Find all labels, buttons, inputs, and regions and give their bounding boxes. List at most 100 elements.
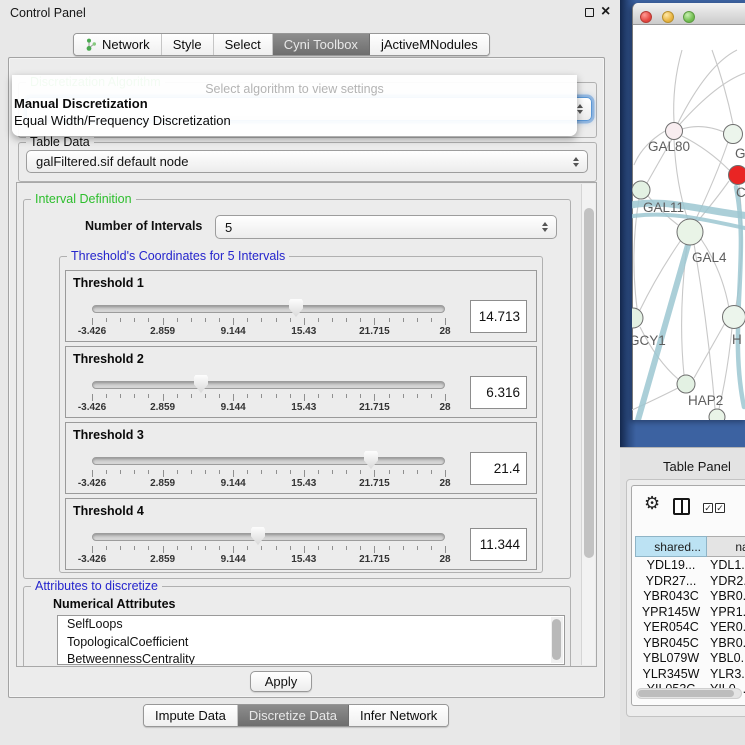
tab-network[interactable]: Network	[74, 34, 162, 55]
checkbox-icon[interactable]: ✓	[715, 503, 725, 513]
tick-mark	[261, 394, 262, 398]
network-edge[interactable]	[674, 50, 682, 122]
slider-track[interactable]	[92, 381, 445, 389]
tick-mark	[191, 394, 192, 398]
tick-mark	[261, 318, 262, 322]
minimize-traffic-light-icon[interactable]	[662, 11, 674, 23]
apply-button[interactable]: Apply	[250, 671, 312, 692]
top-tab-bar: Network Style SelectCyni ToolboxjActiveMNo…	[73, 33, 490, 56]
table-row[interactable]: YPR145WYPR1...	[635, 605, 745, 621]
network-edge[interactable]	[678, 50, 737, 123]
tab-jactivemnodules[interactable]: jActiveMNodules	[370, 34, 489, 55]
spinner-arrows-icon[interactable]	[573, 157, 579, 167]
attribute-item-selfloops[interactable]: SelfLoops	[58, 616, 564, 634]
tick-mark	[106, 546, 107, 550]
spinner-arrows-icon[interactable]	[577, 104, 583, 114]
tick-mark	[332, 546, 333, 550]
slider-thumb[interactable]	[364, 451, 378, 469]
table-row[interactable]: YBR045CYBR0...	[635, 636, 745, 652]
number-of-intervals-label: Number of Intervals	[85, 219, 202, 233]
network-node-gal4[interactable]	[677, 219, 703, 245]
dropdown-placeholder: Select algorithm to view settings	[12, 82, 577, 96]
network-node-h[interactable]	[723, 306, 745, 329]
slider-track[interactable]	[92, 533, 445, 541]
table-row[interactable]: YER054CYER0...	[635, 620, 745, 636]
tab-select[interactable]: Select	[214, 34, 273, 55]
tick-mark	[92, 470, 93, 477]
table-hscrollbar-thumb[interactable]	[638, 690, 734, 697]
list-scrollbar-thumb[interactable]	[552, 619, 561, 660]
column-header-name[interactable]: na	[707, 536, 745, 557]
table-row[interactable]: YDL19...YDL1...	[635, 558, 745, 574]
checkbox-icon[interactable]: ✓	[703, 503, 713, 513]
tab-discretize-data[interactable]: Discretize Data	[238, 705, 349, 726]
dropdown-option-manual-discretization[interactable]: Manual Discretization	[12, 96, 577, 113]
network-edge[interactable]	[694, 323, 725, 378]
network-canvas[interactable]: GAL80GACGAL11GAL4GCY1HHAP2	[632, 25, 745, 420]
threshold-value-field[interactable]: 21.4	[470, 452, 527, 485]
settings-scrollbar-thumb[interactable]	[584, 208, 594, 558]
threshold-row-1: Threshold 1-3.4262.8599.14415.4321.71528…	[65, 270, 537, 342]
tick-mark	[445, 546, 446, 553]
tick-mark	[233, 546, 234, 553]
network-node[interactable]	[709, 409, 725, 420]
float-window-icon[interactable]	[585, 8, 594, 17]
threshold-value-field[interactable]: 11.344	[470, 528, 527, 561]
network-edge[interactable]	[694, 244, 715, 409]
network-node-label: HAP2	[688, 393, 723, 408]
slider-thumb[interactable]	[251, 527, 265, 545]
tab-infer-network[interactable]: Infer Network	[349, 705, 448, 726]
network-edge[interactable]	[682, 127, 724, 132]
table-hscrollbar[interactable]	[636, 688, 742, 699]
slider-thumb[interactable]	[194, 375, 208, 393]
network-node-hap2[interactable]	[677, 375, 695, 393]
tick-mark	[276, 318, 277, 322]
threshold-value-field[interactable]: 6.316	[470, 376, 527, 409]
attribute-item-betweennesscentrality[interactable]: BetweennessCentrality	[58, 651, 564, 665]
tab-impute-data[interactable]: Impute Data	[144, 705, 238, 726]
tick-mark	[163, 394, 164, 401]
slider-track[interactable]	[92, 305, 445, 313]
settings-scrollbar[interactable]	[581, 184, 595, 665]
tick-mark	[205, 546, 206, 550]
tab-label: Style	[173, 37, 202, 52]
table-row[interactable]: YBL079WYBL0...	[635, 651, 745, 667]
network-edge[interactable]	[712, 50, 733, 124]
spinner-arrows-icon[interactable]	[542, 222, 548, 232]
tick-mark	[261, 470, 262, 474]
tick-mark	[403, 546, 404, 550]
network-edge[interactable]	[680, 73, 745, 124]
network-node-ga[interactable]	[724, 125, 743, 144]
tick-mark	[276, 546, 277, 550]
network-node-c[interactable]	[729, 166, 745, 185]
tab-style[interactable]: Style	[162, 34, 214, 55]
threshold-value-field[interactable]: 14.713	[470, 300, 527, 333]
column-layout-icon[interactable]	[673, 498, 690, 515]
network-thick-edge[interactable]	[736, 187, 744, 407]
close-icon[interactable]: ×	[601, 3, 610, 21]
number-of-intervals-combobox[interactable]: 5	[215, 215, 557, 239]
slider-ticks	[92, 470, 445, 478]
network-node-gal80[interactable]	[666, 123, 683, 140]
tick-mark	[346, 318, 347, 322]
close-traffic-light-icon[interactable]	[640, 11, 652, 23]
table-data-combobox[interactable]: galFiltered.sif default node	[26, 150, 588, 173]
network-node-gal11[interactable]	[632, 181, 650, 199]
network-node-gcy1[interactable]	[632, 308, 643, 328]
tick-label: 28	[439, 402, 450, 413]
table-row[interactable]: YDR27...YDR2...	[635, 574, 745, 590]
dropdown-option-equal-width-frequency-discretization[interactable]: Equal Width/Frequency Discretization	[12, 113, 577, 130]
tab-cyni-toolbox[interactable]: Cyni Toolbox	[273, 34, 370, 55]
table-row[interactable]: YLR345WYLR3...	[635, 667, 745, 683]
tick-mark	[177, 546, 178, 550]
gear-icon[interactable]: ⚙	[644, 494, 660, 512]
table-row[interactable]: YBR043CYBR0...	[635, 589, 745, 605]
tick-mark	[332, 318, 333, 322]
zoom-traffic-light-icon[interactable]	[683, 11, 695, 23]
attribute-item-topologicalcoefficient[interactable]: TopologicalCoefficient	[58, 634, 564, 652]
slider-track[interactable]	[92, 457, 445, 465]
numerical-attributes-list[interactable]: SelfLoopsTopologicalCoefficientBetweenne…	[57, 615, 565, 665]
slider-thumb[interactable]	[289, 299, 303, 317]
list-scrollbar[interactable]	[551, 617, 563, 663]
column-header-shared[interactable]: shared...	[635, 536, 707, 557]
